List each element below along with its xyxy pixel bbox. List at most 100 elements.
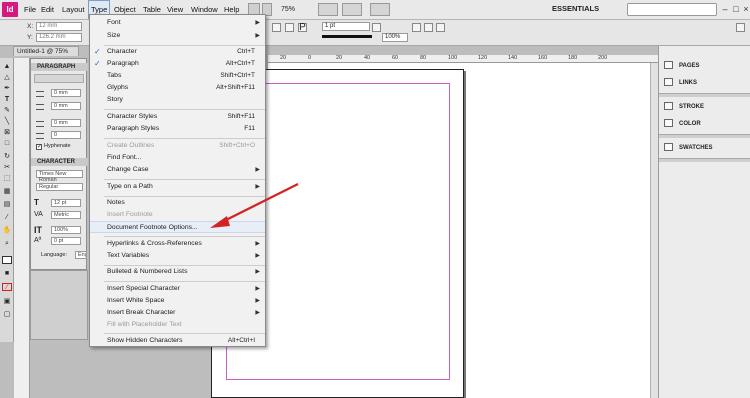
opacity-field[interactable]: 100% bbox=[382, 33, 408, 42]
menu-item-insert-break-character[interactable]: Insert Break Character ▶ bbox=[90, 307, 265, 319]
color-panel-button[interactable]: COLOR bbox=[664, 118, 701, 130]
menu-item-insert-special-character[interactable]: Insert Special Character ▶ bbox=[90, 283, 265, 295]
menu-item-story[interactable]: Story bbox=[90, 94, 265, 106]
menu-item-paragraph[interactable]: ✓ Paragraph Alt+Ctrl+T bbox=[90, 58, 265, 70]
pages-panel-button[interactable]: PAGES bbox=[664, 60, 700, 72]
submenu-arrow-icon: ▶ bbox=[255, 253, 260, 259]
pencil-tool-icon[interactable]: ✎ bbox=[2, 107, 12, 115]
swatches-label: SWATCHES bbox=[679, 145, 713, 151]
align-button[interactable] bbox=[436, 23, 445, 32]
fill-stroke-swatch-icon[interactable] bbox=[2, 256, 12, 264]
menu-item-change-case[interactable]: Change Case ▶ bbox=[90, 164, 265, 176]
space-before-field[interactable]: 0 mm bbox=[51, 119, 81, 127]
document-tab[interactable]: Untitled-1 @ 75% bbox=[13, 46, 79, 56]
eyedropper-tool-icon[interactable]: ⁄ bbox=[2, 214, 12, 222]
submenu-arrow-icon: ▶ bbox=[255, 33, 260, 39]
rectangle-tool-icon[interactable]: □ bbox=[2, 140, 12, 148]
submenu-arrow-icon: ▶ bbox=[255, 298, 260, 304]
baseline-shift-field[interactable]: 0 pt bbox=[51, 237, 81, 245]
screen-mode-button[interactable] bbox=[342, 3, 362, 16]
apply-none-icon[interactable]: ∕ bbox=[2, 283, 12, 291]
minimize-button[interactable]: – bbox=[720, 2, 730, 16]
drop-cap-field[interactable]: 0 bbox=[51, 131, 81, 139]
menu-item-bulleted-numbered-lists[interactable]: Bulleted & Numbered Lists ▶ bbox=[90, 266, 265, 278]
vertical-scrollbar[interactable] bbox=[650, 63, 658, 398]
character-panel-title[interactable]: CHARACTER bbox=[31, 158, 88, 166]
menu-item-find-font[interactable]: Find Font... bbox=[90, 152, 265, 164]
arrange-documents-button[interactable] bbox=[370, 3, 390, 16]
menu-item-text-variables[interactable]: Text Variables ▶ bbox=[90, 250, 265, 262]
ruler-tick: 100 bbox=[448, 55, 458, 61]
menu-item-paragraph-styles[interactable]: Paragraph Styles F11 bbox=[90, 123, 265, 135]
stroke-weight-field[interactable]: 1 pt bbox=[322, 22, 370, 31]
paragraph-panel-title[interactable]: PARAGRAPH bbox=[31, 63, 88, 71]
apply-color-icon[interactable]: ■ bbox=[2, 270, 12, 278]
selection-tool-icon[interactable]: ▲ bbox=[2, 63, 12, 71]
alignment-buttons[interactable] bbox=[34, 74, 84, 83]
menu-item-insert-white-space[interactable]: Insert White Space ▶ bbox=[90, 295, 265, 307]
stroke-label: STROKE bbox=[679, 104, 705, 110]
gradient-tool-icon[interactable]: ▦ bbox=[2, 188, 12, 196]
menu-item-show-hidden-characters[interactable]: Show Hidden Characters Alt+Ctrl+I bbox=[90, 335, 265, 347]
x-field[interactable]: 12 mm bbox=[36, 22, 82, 31]
preview-mode-icon[interactable]: ▢ bbox=[2, 311, 12, 319]
y-field[interactable]: 126.2 mm bbox=[36, 33, 82, 42]
stroke-panel-button[interactable]: STROKE bbox=[664, 101, 704, 113]
pen-tool-icon[interactable]: ✒ bbox=[2, 85, 12, 93]
baseline-shift-icon: Aª bbox=[34, 237, 42, 244]
workspace-switcher[interactable]: ESSENTIALS bbox=[552, 4, 599, 13]
left-indent-field[interactable]: 0 mm bbox=[51, 89, 81, 97]
font-family-field[interactable]: Times New Roman bbox=[36, 170, 83, 183]
stroke-type-preview[interactable] bbox=[322, 35, 372, 38]
hyphenate-checkbox[interactable]: ✓ bbox=[36, 144, 42, 150]
panel-menu-icon[interactable] bbox=[736, 23, 745, 32]
font-size-icon: T bbox=[34, 198, 39, 207]
swatches-panel-button[interactable]: SWATCHES bbox=[664, 142, 713, 154]
direct-selection-tool-icon[interactable]: △ bbox=[2, 74, 12, 82]
stroke-swatch[interactable] bbox=[285, 23, 294, 32]
menu-edit[interactable]: Edit bbox=[39, 0, 56, 19]
vertical-scale-field[interactable]: 100% bbox=[51, 226, 81, 234]
zoom-level[interactable]: 75% bbox=[281, 3, 307, 16]
menu-item-font[interactable]: Font ▶ bbox=[90, 17, 265, 29]
hand-tool-icon[interactable]: ✋ bbox=[2, 227, 12, 235]
annotation-arrow-icon bbox=[210, 183, 299, 228]
checkmark-icon: ✓ bbox=[94, 59, 101, 68]
menu-item-tabs[interactable]: Tabs Shift+Ctrl+T bbox=[90, 70, 265, 82]
zoom-tool-icon[interactable]: ⌕ bbox=[2, 240, 12, 248]
search-input[interactable] bbox=[627, 3, 717, 16]
stroke-icon bbox=[664, 102, 673, 111]
line-tool-icon[interactable]: ╲ bbox=[2, 118, 12, 126]
note-tool-icon[interactable]: ▤ bbox=[2, 201, 12, 209]
menu-item-label: Story bbox=[107, 96, 123, 103]
menu-item-character[interactable]: ✓ Character Ctrl+T bbox=[90, 46, 265, 58]
menu-item-character-styles[interactable]: Character Styles Shift+F11 bbox=[90, 111, 265, 123]
links-panel-button[interactable]: LINKS bbox=[664, 77, 697, 89]
view-options-button[interactable] bbox=[318, 3, 338, 16]
ruler-tick: 180 bbox=[568, 55, 578, 61]
wrap-button[interactable] bbox=[424, 23, 433, 32]
menu-item-hyperlinks[interactable]: Hyperlinks & Cross-References ▶ bbox=[90, 238, 265, 250]
scissors-tool-icon[interactable]: ✂ bbox=[2, 164, 12, 172]
font-style-field[interactable]: Regular bbox=[36, 183, 83, 191]
paragraph-mark-icon[interactable]: P bbox=[298, 23, 307, 33]
fx-button[interactable] bbox=[372, 23, 381, 32]
menu-layout[interactable]: Layout bbox=[60, 0, 87, 19]
free-transform-tool-icon[interactable]: ⬚ bbox=[2, 175, 12, 183]
dock-divider bbox=[659, 158, 750, 162]
menu-item-glyphs[interactable]: Glyphs Alt+Shift+F11 bbox=[90, 82, 265, 94]
rectangle-frame-tool-icon[interactable]: ⊠ bbox=[2, 129, 12, 137]
first-line-indent-field[interactable]: 0 mm bbox=[51, 102, 81, 110]
fill-swatch[interactable] bbox=[272, 23, 281, 32]
close-button[interactable]: × bbox=[741, 2, 750, 16]
menu-file[interactable]: File bbox=[22, 0, 38, 19]
type-tool-icon[interactable]: T bbox=[2, 96, 12, 104]
frame-fitting-button[interactable] bbox=[412, 23, 421, 32]
menu-item-size[interactable]: Size ▶ bbox=[90, 30, 265, 42]
kerning-field[interactable]: Metric bbox=[51, 211, 81, 219]
rotate-tool-icon[interactable]: ↻ bbox=[2, 153, 12, 161]
normal-mode-icon[interactable]: ▣ bbox=[2, 298, 12, 306]
font-size-field[interactable]: 12 pt bbox=[51, 199, 81, 207]
language-field[interactable]: English bbox=[75, 251, 87, 259]
maximize-button[interactable]: □ bbox=[731, 2, 741, 16]
